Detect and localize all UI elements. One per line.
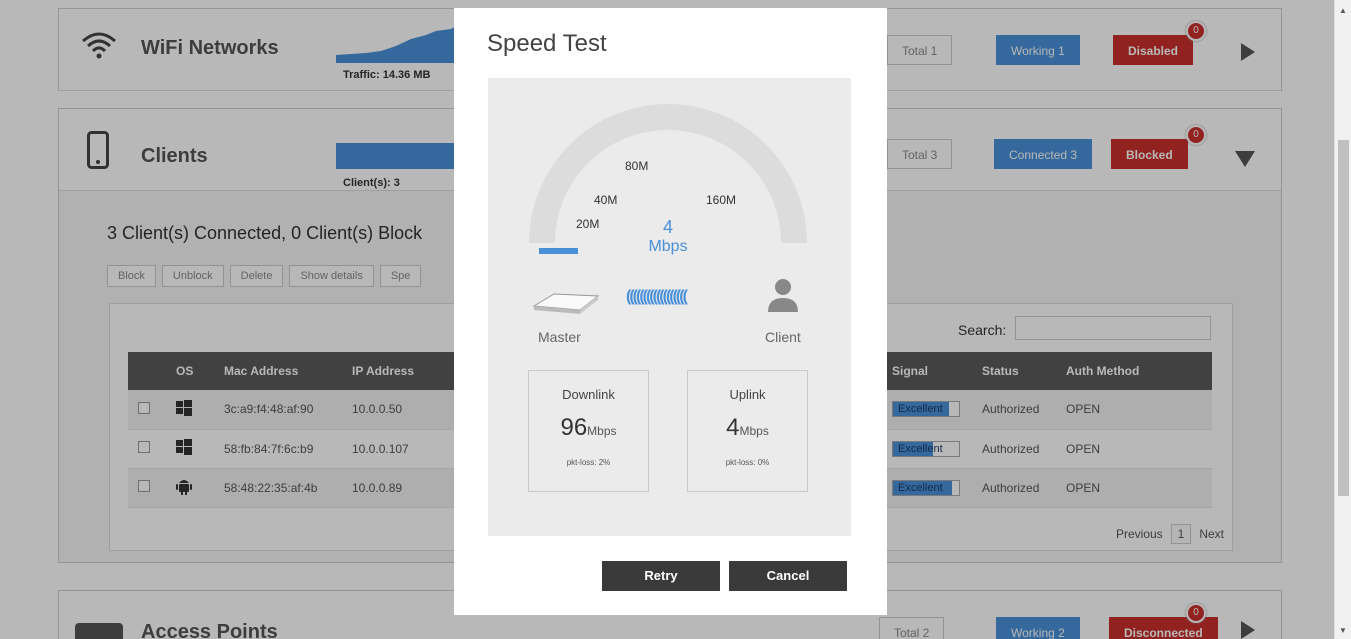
downlink-value-row: 96Mbps — [529, 414, 648, 442]
page-scrollbar[interactable]: ▲ ▼ — [1334, 0, 1351, 639]
dialog-title: Speed Test — [487, 30, 607, 57]
gauge-tick-20m: 20M — [576, 217, 600, 231]
master-label: Master — [538, 329, 581, 345]
uplink-value: 4 — [726, 414, 740, 441]
uplink-packet-loss: pkt-loss: 0% — [725, 458, 770, 467]
downlink-title: Downlink — [562, 387, 615, 402]
scroll-down-arrow-icon[interactable]: ▼ — [1339, 626, 1347, 635]
gauge-tick-160m: 160M — [706, 193, 737, 207]
gauge-tick-40m: 40M — [594, 193, 618, 207]
downlink-value: 96 — [560, 414, 588, 441]
downlink-packet-loss: pkt-loss: 2% — [566, 458, 611, 467]
speed-test-dialog: Speed Test 20M 40M 80M 160M 4 Mbps (((((… — [454, 8, 887, 615]
retry-button[interactable]: Retry — [602, 561, 720, 591]
downlink-card: Downlink 96Mbps pkt-loss: 2% — [528, 370, 649, 492]
scroll-thumb[interactable] — [1338, 140, 1349, 496]
access-point-device-icon — [532, 293, 600, 314]
downlink-unit: Mbps — [587, 424, 617, 438]
uplink-value-row: 4Mbps — [688, 414, 807, 442]
uplink-title: Uplink — [729, 387, 766, 402]
gauge-tick-80m: 80M — [625, 159, 649, 173]
transfer-animation-icon: (((((((((((((((((( — [626, 288, 688, 305]
client-label: Client — [765, 329, 801, 345]
current-speed-unit: Mbps — [648, 238, 688, 255]
cancel-button[interactable]: Cancel — [729, 561, 847, 591]
uplink-card: Uplink 4Mbps pkt-loss: 0% — [687, 370, 808, 492]
gauge-fill — [539, 248, 578, 254]
scroll-up-arrow-icon[interactable]: ▲ — [1339, 6, 1347, 15]
speed-test-stage: 20M 40M 80M 160M 4 Mbps ((((((((((((((((… — [488, 78, 851, 536]
user-icon — [768, 279, 798, 312]
current-speed-value: 4 — [662, 217, 673, 237]
uplink-unit: Mbps — [739, 424, 769, 438]
